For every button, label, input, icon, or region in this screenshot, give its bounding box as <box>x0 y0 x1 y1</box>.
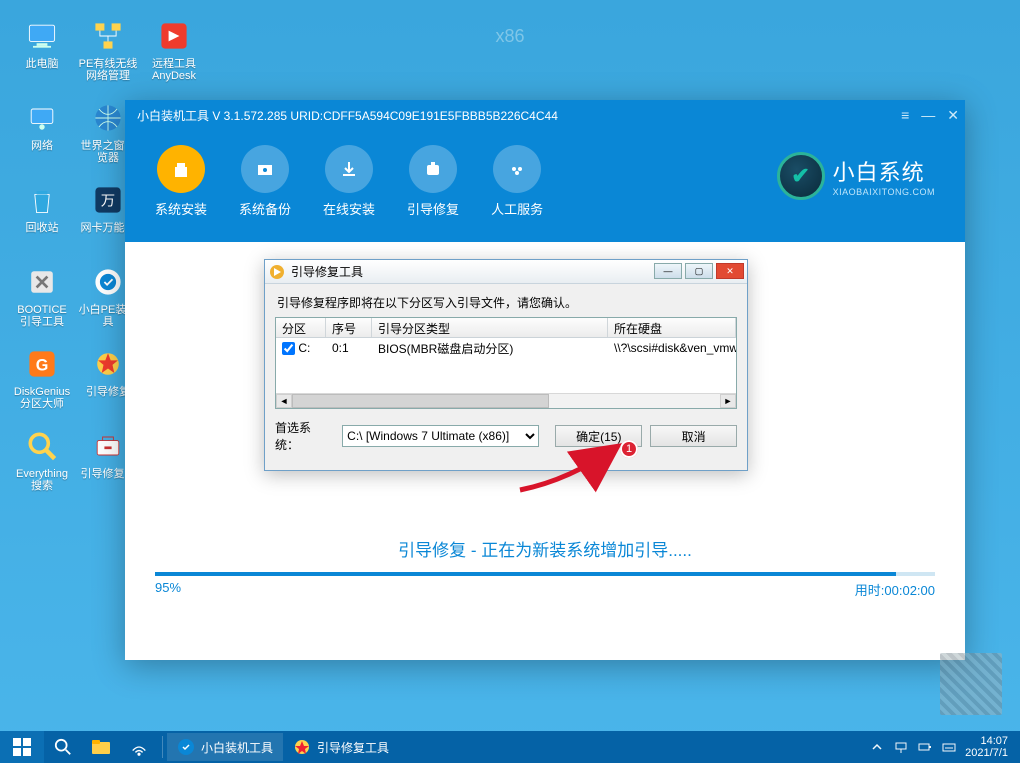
bootfix-icon <box>88 344 128 384</box>
horizontal-scrollbar[interactable]: ◄ ► <box>276 393 736 408</box>
start-button[interactable] <box>0 731 44 763</box>
desktop-icon-recycle[interactable]: 回收站 <box>12 180 72 258</box>
desktop-icon-everything[interactable]: Everything搜索 <box>12 426 72 504</box>
toolbar-install[interactable]: 系统安装 <box>155 145 207 218</box>
dialog-title: 引导修复工具 <box>291 263 363 280</box>
desktop-icon-bootice[interactable]: BOOTICE引导工具 <box>12 262 72 340</box>
table-row[interactable]: C: 0:1 BIOS(MBR磁盘启动分区) \\?\scsi#disk&ven… <box>276 338 736 358</box>
scroll-thumb[interactable] <box>292 394 549 408</box>
toolbar-service[interactable]: 人工服务 <box>491 145 543 218</box>
ok-button[interactable]: 确定(15) <box>555 425 642 447</box>
boot-repair-dialog: 引导修复工具 — ▢ ✕ 引导修复程序即将在以下分区写入引导文件，请您确认。 分… <box>264 259 748 471</box>
taskbar-task-xiaobai[interactable]: 小白装机工具 <box>167 733 283 761</box>
desktop-icon-label: 引导修复 <box>86 386 130 398</box>
desktop-icon-label: Everything搜索 <box>12 468 72 492</box>
desktop-icon-net[interactable]: PE有线无线网络管理 <box>78 16 138 94</box>
taskbar-clock[interactable]: 14:07 2021/7/1 <box>965 735 1008 759</box>
toolbar-backup[interactable]: 系统备份 <box>239 145 291 218</box>
taskbar-task-bootfix[interactable]: 引导修复工具 <box>283 733 399 761</box>
toolbar-bootrepair[interactable]: 引导修复 <box>407 145 459 218</box>
desktop-icon-network[interactable]: 网络 <box>12 98 72 176</box>
dialog-titlebar[interactable]: 引导修复工具 — ▢ ✕ <box>265 260 747 284</box>
diskg-icon: G <box>22 344 62 384</box>
desktop-icon-anydesk[interactable]: 远程工具AnyDesk <box>144 16 204 94</box>
recycle-icon <box>22 180 62 220</box>
x86-watermark: x86 <box>495 26 524 47</box>
desktop-icon-label: PE有线无线网络管理 <box>78 58 138 82</box>
brand-domain: XIAOBAIXITONG.COM <box>833 187 935 197</box>
partition-checkbox[interactable] <box>282 342 295 355</box>
xiaobai-icon <box>88 262 128 302</box>
desktop-icon-label: 回收站 <box>26 222 59 234</box>
preferred-system-label: 首选系统： <box>275 419 334 453</box>
brand-logo-icon: ✔ <box>777 152 825 200</box>
installer-titlebar[interactable]: 小白装机工具 V 3.1.572.285 URID:CDFF5A594C09E1… <box>125 100 965 130</box>
col-partition[interactable]: 分区 <box>276 318 326 337</box>
anydesk-icon <box>154 16 194 56</box>
search-icon[interactable] <box>44 731 82 763</box>
preferred-system-select[interactable]: C:\ [Windows 7 Ultimate (x86)] <box>342 425 539 447</box>
brand-name: 小白系统 <box>833 155 935 187</box>
explorer-icon[interactable] <box>82 731 120 763</box>
dialog-close-button[interactable]: ✕ <box>716 263 744 279</box>
dialog-maximize-button[interactable]: ▢ <box>685 263 713 279</box>
tray-keyboard-icon[interactable] <box>941 739 957 755</box>
brand: ✔ 小白系统 XIAOBAIXITONG.COM <box>777 152 935 200</box>
status-message: 引导修复 - 正在为新装系统增加引导..... <box>155 536 935 561</box>
cancel-button[interactable]: 取消 <box>650 425 737 447</box>
col-disk[interactable]: 所在硬盘 <box>608 318 736 337</box>
desktop-icon-label: 远程工具AnyDesk <box>144 58 204 82</box>
desktop-icon-label: 此电脑 <box>26 58 59 70</box>
menu-icon[interactable]: ≡ <box>901 107 909 123</box>
col-seq[interactable]: 序号 <box>326 318 372 337</box>
progress-percent: 95% <box>155 580 181 599</box>
partition-table: 分区 序号 引导分区类型 所在硬盘 C: 0:1 BIOS(MBR磁盘启动分区)… <box>275 317 737 409</box>
desktop-icon-label: DiskGenius分区大师 <box>12 386 72 410</box>
network-icon <box>22 98 62 138</box>
desktop-icon-label: 网络 <box>31 140 53 152</box>
net-icon <box>88 16 128 56</box>
desktop-icon-label: BOOTICE引导工具 <box>12 304 72 328</box>
installer-toolbar: 系统安装系统备份在线安装引导修复人工服务 ✔ 小白系统 XIAOBAIXITON… <box>125 130 965 242</box>
desktop-icon-pc[interactable]: 此电脑 <box>12 16 72 94</box>
everything-icon <box>22 426 62 466</box>
minimize-icon[interactable]: — <box>921 107 935 123</box>
pc-icon <box>22 16 62 56</box>
progress: 95% 用时:00:02:00 <box>155 572 935 599</box>
elapsed-time: 用时:00:02:00 <box>855 580 935 599</box>
desktop: x86 此电脑PE有线无线网络管理远程工具AnyDesk网络世界之窗浏览器回收站… <box>0 0 1020 763</box>
tray-battery-icon[interactable] <box>917 739 933 755</box>
toolbar-online[interactable]: 在线安装 <box>323 145 375 218</box>
wan-icon: 万 <box>88 180 128 220</box>
bootfix2-icon <box>88 426 128 466</box>
scroll-left-button[interactable]: ◄ <box>276 394 292 408</box>
network-tray-icon[interactable] <box>120 731 158 763</box>
col-type[interactable]: 引导分区类型 <box>372 318 608 337</box>
system-tray: 14:07 2021/7/1 <box>869 735 1014 759</box>
tray-up-icon[interactable] <box>869 739 885 755</box>
broken-image-placeholder <box>940 653 1002 715</box>
svg-text:万: 万 <box>101 193 115 209</box>
scroll-right-button[interactable]: ► <box>720 394 736 408</box>
installer-title: 小白装机工具 V 3.1.572.285 URID:CDFF5A594C09E1… <box>137 107 558 124</box>
bootice-icon <box>22 262 62 302</box>
dialog-minimize-button[interactable]: — <box>654 263 682 279</box>
browser-icon <box>88 98 128 138</box>
close-icon[interactable]: ✕ <box>947 107 959 124</box>
svg-text:G: G <box>36 356 49 374</box>
desktop-icon-diskg[interactable]: G DiskGenius分区大师 <box>12 344 72 422</box>
dialog-icon <box>269 264 285 280</box>
progress-bar <box>155 572 935 576</box>
taskbar: 小白装机工具引导修复工具 14:07 2021/7/1 <box>0 731 1020 763</box>
tray-adapter-icon[interactable] <box>893 739 909 755</box>
dialog-message: 引导修复程序即将在以下分区写入引导文件，请您确认。 <box>277 294 737 311</box>
